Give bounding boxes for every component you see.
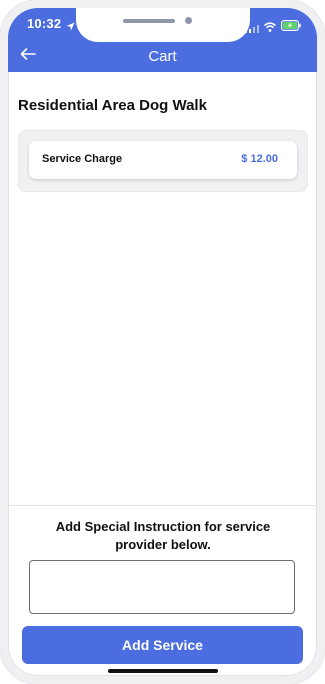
location-icon [66, 18, 75, 36]
charge-label: Service Charge [42, 153, 123, 165]
instruction-label: Add Special Instruction for service prov… [55, 519, 271, 552]
status-time: 10:32 [27, 16, 62, 31]
charge-value: $ 12.00 [241, 153, 278, 165]
front-camera [185, 17, 192, 24]
signal-icon [245, 20, 259, 38]
phone-notch [76, 8, 250, 42]
special-instruction-input[interactable] [29, 560, 295, 614]
phone-frame: 10:32 Cart Residential Area Dog Walk Ser… [0, 0, 325, 684]
battery-icon [281, 18, 301, 36]
home-indicator [108, 669, 218, 673]
divider [8, 505, 317, 506]
app-header: 10:32 Cart [8, 8, 317, 72]
charge-row: Service Charge $ 12.00 [29, 141, 297, 179]
wifi-icon [263, 19, 277, 37]
page-title: Cart [148, 48, 177, 65]
add-service-button[interactable]: Add Service [22, 626, 303, 664]
speaker-grille [123, 19, 175, 23]
charges-panel: Service Charge $ 12.00 [18, 130, 308, 192]
service-name: Residential Area Dog Walk [18, 97, 207, 114]
